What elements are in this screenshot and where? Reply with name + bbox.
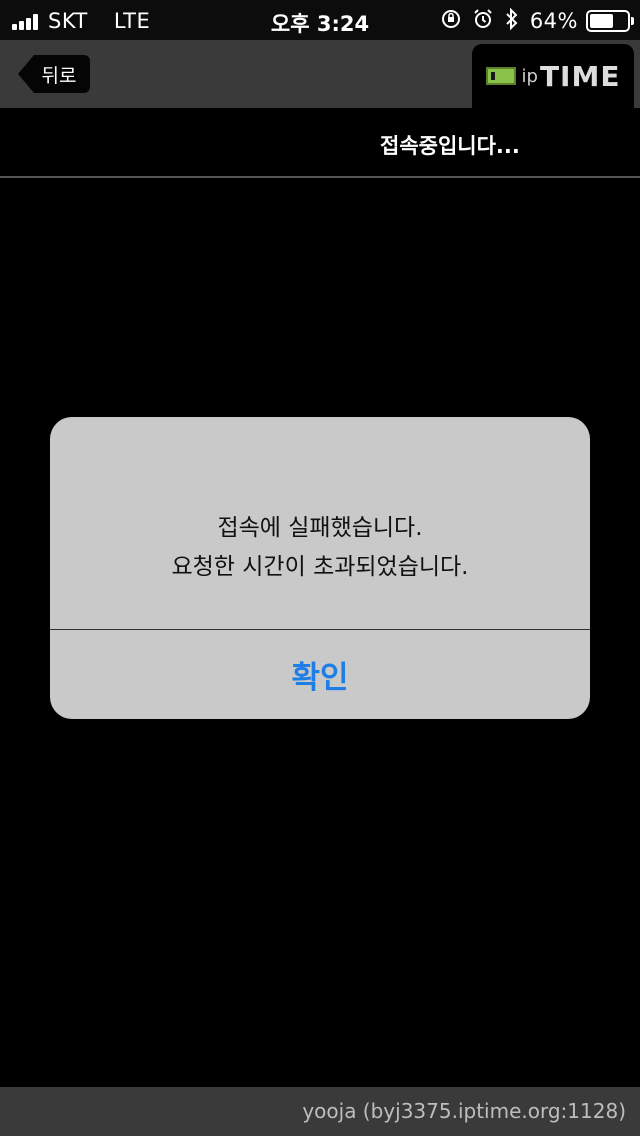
dialog-message: 접속에 실패했습니다. 요청한 시간이 초과되었습니다.	[50, 509, 590, 587]
footer-bar: yooja (byj3375.iptime.org:1128)	[0, 1087, 640, 1136]
alarm-icon	[472, 8, 494, 35]
logo-ip-text: ip	[521, 65, 538, 87]
logo-time-text: TIME	[539, 59, 621, 93]
navigation-bar: 뒤로 ip TIME	[0, 40, 640, 108]
footer-host-label: yooja (byj3375.iptime.org:1128)	[302, 1099, 626, 1123]
back-button[interactable]: 뒤로	[18, 55, 90, 93]
orientation-lock-icon	[440, 8, 462, 35]
dialog-message-line2: 요청한 시간이 초과되었습니다.	[171, 554, 469, 580]
iptime-logo: ip TIME	[472, 44, 634, 108]
confirm-button[interactable]: 확인	[50, 630, 590, 719]
bluetooth-icon	[504, 7, 520, 35]
connection-status-row: 접속중입니다...	[0, 108, 640, 178]
battery-icon	[586, 10, 634, 32]
alert-dialog: 접속에 실패했습니다. 요청한 시간이 초과되었습니다. 확인	[50, 417, 590, 719]
logo-mark-icon	[485, 67, 516, 85]
status-bar: SKT LTE 오후 3:24 64%	[0, 0, 640, 40]
battery-percent: 64%	[529, 9, 578, 33]
status-bar-right: 64%	[440, 7, 634, 35]
dialog-message-line1: 접속에 실패했습니다.	[217, 515, 423, 541]
connection-status-text: 접속중입니다...	[380, 134, 520, 158]
